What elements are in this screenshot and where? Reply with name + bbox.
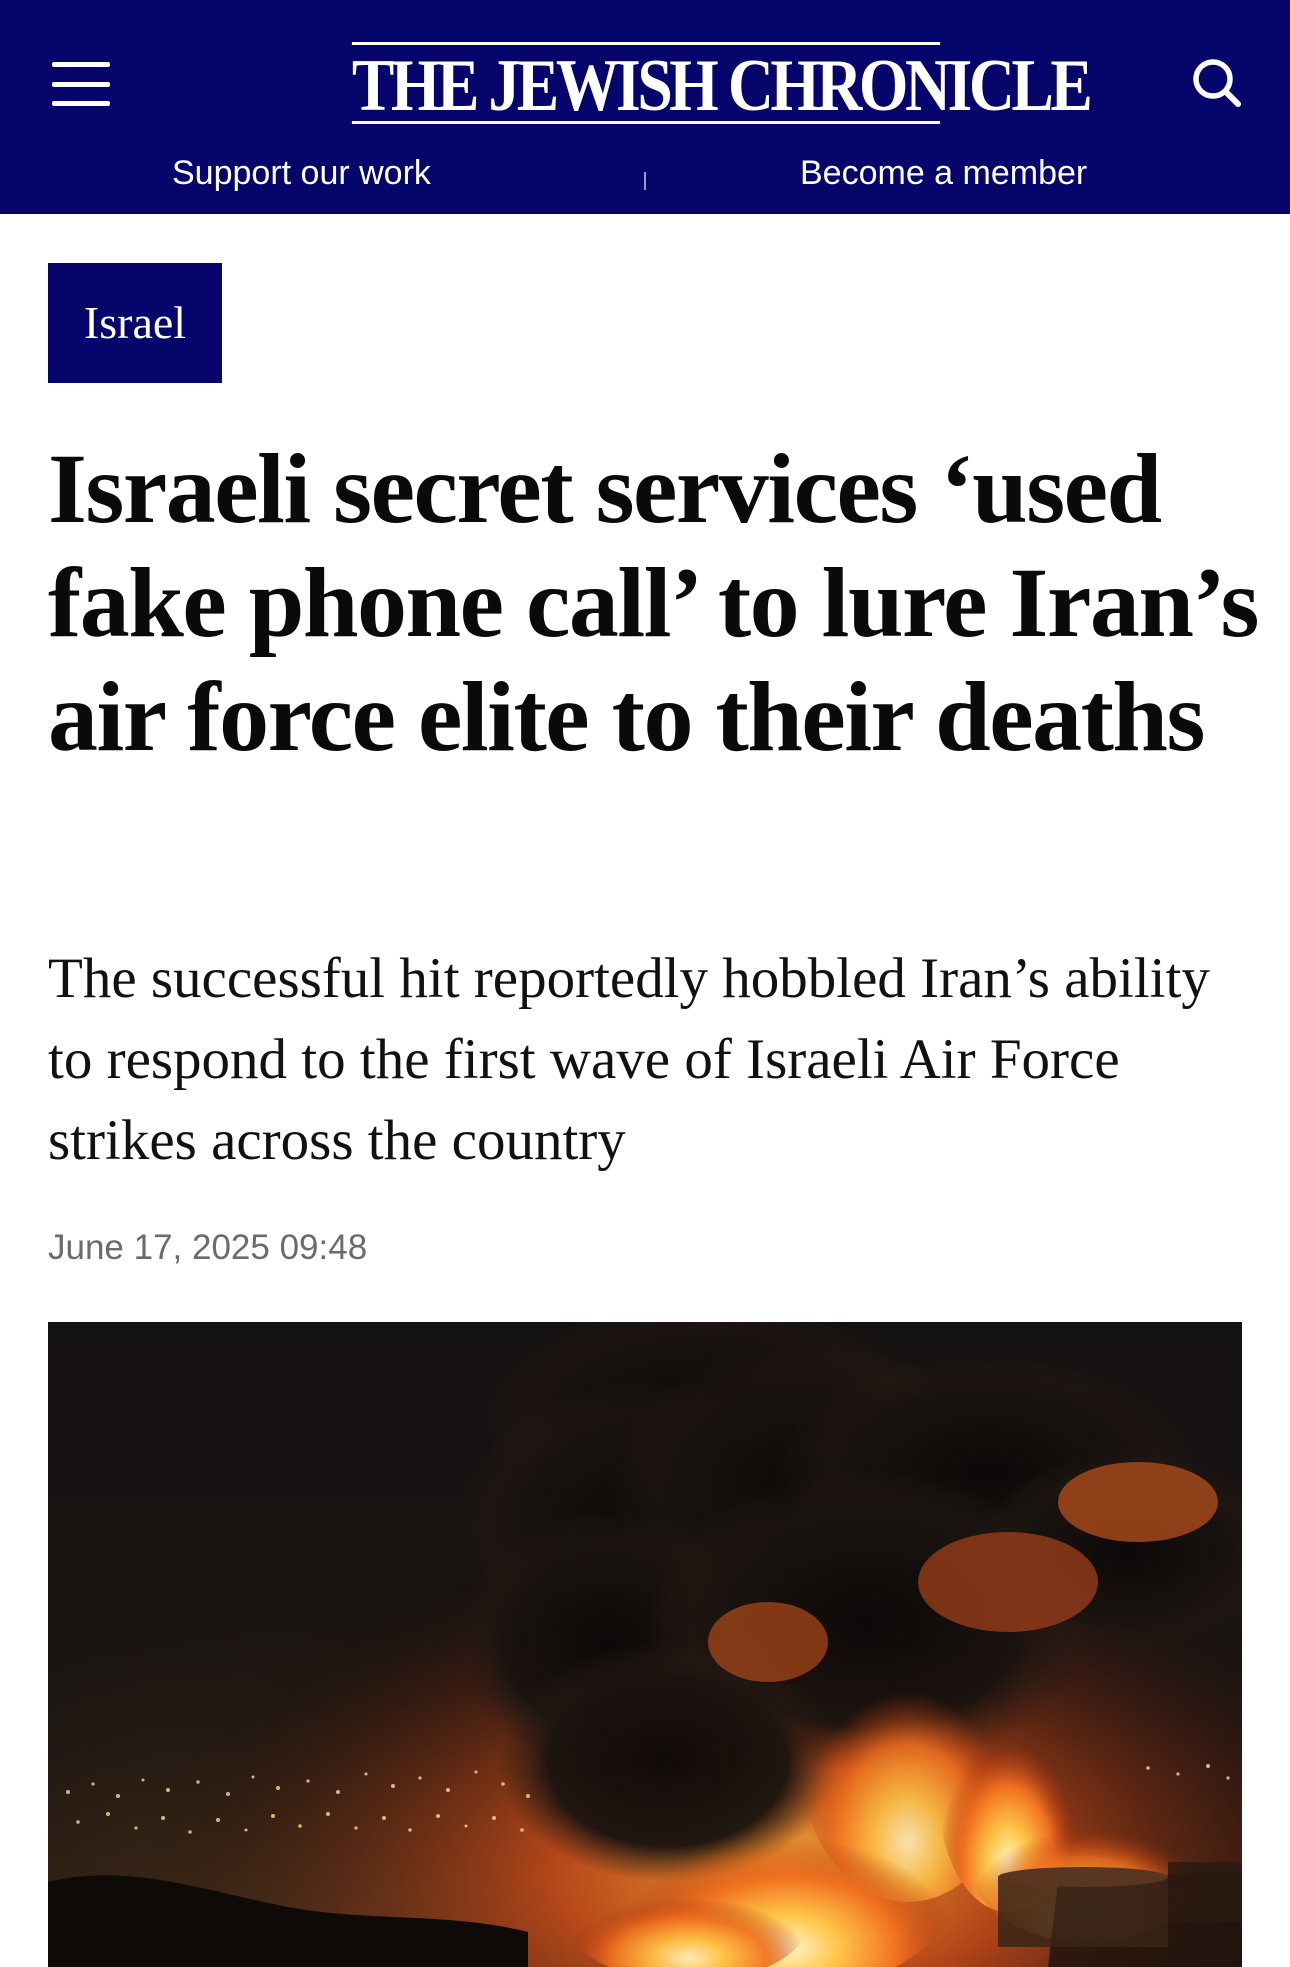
site-header: THE JEWISH CHRONICLE Support our work Be… (0, 0, 1290, 214)
hero-image[interactable] (48, 1322, 1242, 1967)
support-our-work-link[interactable]: Support our work (172, 154, 431, 193)
search-icon[interactable] (1186, 52, 1250, 116)
sub-navigation: Support our work Become a member (0, 150, 1290, 214)
become-a-member-link[interactable]: Become a member (800, 154, 1087, 193)
subnav-divider (644, 172, 646, 190)
night-fire-smoke-city-photo (48, 1322, 1242, 1967)
category-tag[interactable]: Israel (48, 263, 222, 383)
menu-line (52, 81, 110, 87)
article-standfirst: The successful hit reportedly hobbled Ir… (48, 947, 1210, 1172)
site-logo[interactable]: THE JEWISH CHRONICLE (351, 42, 1093, 127)
menu-line (52, 62, 110, 67)
hamburger-menu-icon[interactable] (44, 56, 116, 112)
menu-line (52, 101, 110, 106)
article-timestamp: June 17, 2025 09:48 (48, 1228, 368, 1267)
article-headline: Israeli secret services ‘used fake phone… (48, 433, 1259, 772)
